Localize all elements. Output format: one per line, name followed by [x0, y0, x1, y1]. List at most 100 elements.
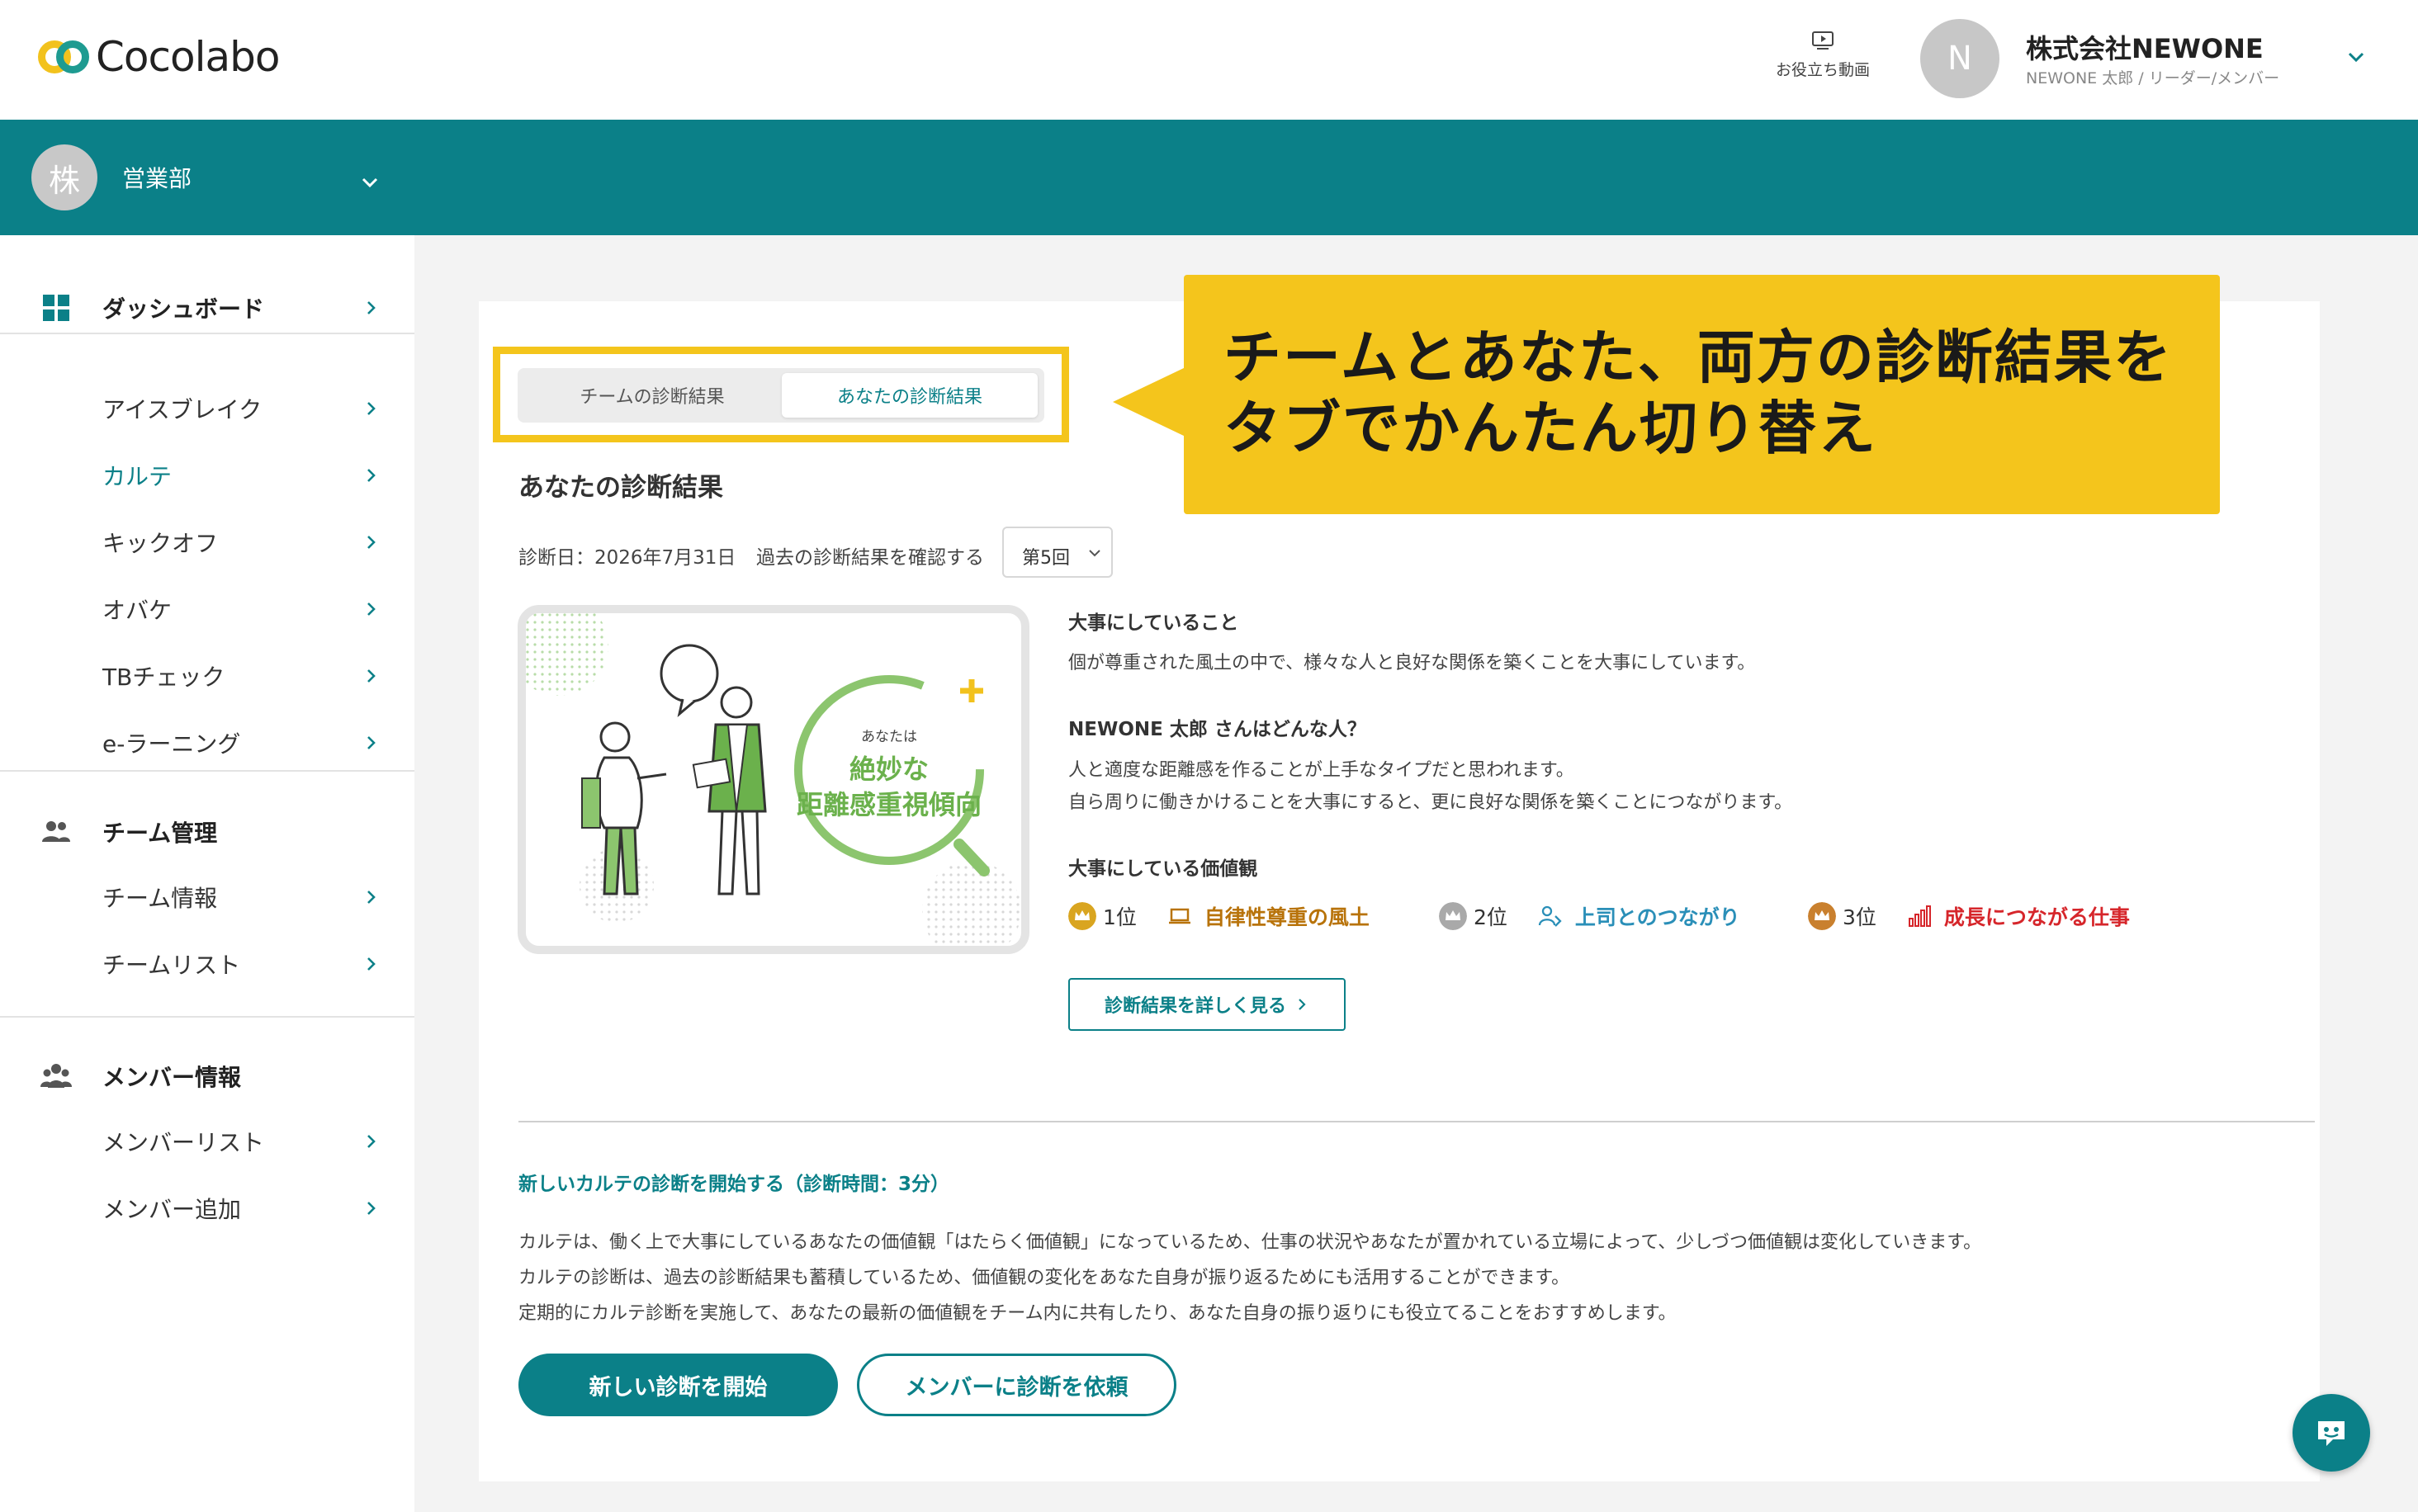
sidebar-item-tbcheck[interactable]: TBチェック — [0, 651, 414, 701]
sidebar-item-label: アイスブレイク — [102, 396, 263, 423]
members-group-icon — [40, 1064, 72, 1088]
illustration-small-text: あなたは — [861, 729, 917, 745]
view-details-label: 診断結果を詳しく見る — [1104, 996, 1286, 1017]
sidebar-item-dashboard[interactable]: ダッシュボード — [0, 283, 414, 333]
tab-team-results[interactable]: チームの診断結果 — [524, 373, 780, 418]
value-rank-1: 1位 自律性尊重の風土 — [1068, 901, 1370, 931]
logo-text: Cocolabo — [96, 33, 280, 81]
round-select[interactable]: 第5回 — [1002, 527, 1113, 578]
sidebar-item-label: メンバーリスト — [102, 1129, 265, 1156]
chevron-right-icon — [367, 469, 376, 482]
chevron-right-icon — [367, 957, 376, 971]
company-name: 株式会社NEWONE — [2026, 33, 2264, 64]
chevron-right-icon — [367, 536, 376, 549]
cocolabo-logo[interactable]: Cocolabo — [38, 33, 280, 81]
laptop-icon — [1168, 908, 1190, 924]
sidebar-item-label: チームリスト — [102, 952, 241, 979]
request-member-diagnosis-button[interactable]: メンバーに診断を依頼 — [857, 1354, 1176, 1416]
silver-crown-icon — [1439, 902, 1467, 930]
user-role: NEWONE 太郎 / リーダー/メンバー — [2026, 69, 2280, 87]
chat-support-button[interactable] — [2293, 1394, 2370, 1472]
important-text: 個が尊重された風土の中で、様々な人と良好な関係を築くことを大事にしています。 — [1068, 653, 1756, 673]
sidebar-section-label: メンバー情報 — [102, 1064, 242, 1091]
view-details-button[interactable]: 診断結果を詳しく見る — [1068, 978, 1346, 1031]
new-diagnosis-desc-2: カルテの診断は、過去の診断結果も蓄積しているため、価値観の変化をあなた自身が振り… — [518, 1268, 1570, 1288]
past-results-label: 過去の診断結果を確認する — [756, 547, 984, 569]
dashboard-icon — [43, 295, 69, 321]
chevron-right-icon — [1299, 999, 1306, 1010]
section-divider — [518, 1121, 2315, 1122]
sidebar-item-obake[interactable]: オバケ — [0, 584, 414, 634]
person-text-1: 人と適度な距離感を作ることが上手なタイプだと思われます。 — [1068, 760, 1574, 781]
person-heading: NEWONE 太郎 さんはどんな人？ — [1068, 719, 1366, 740]
callout-line-2: タブでかんたん切り替え — [1223, 395, 1877, 462]
new-diagnosis-desc-3: 定期的にカルテ診断を実施して、あなたの最新の価値観をチーム内に共有したり、あなた… — [518, 1303, 1677, 1324]
illustration-line-1: 絶妙な — [849, 754, 929, 785]
chevron-right-icon — [367, 301, 376, 314]
chevron-right-icon — [367, 402, 376, 415]
growth-bars-icon — [1908, 905, 1931, 927]
result-tabs: チームの診断結果 あなたの診断結果 — [518, 368, 1044, 423]
result-title: あなたの診断結果 — [518, 473, 723, 503]
sidebar-section-label: チーム管理 — [102, 820, 218, 847]
chevron-right-icon — [367, 602, 376, 616]
diagnosis-date: 診断日：2026年7月31日 — [518, 547, 736, 569]
team-name[interactable]: 営業部 — [122, 161, 192, 194]
person-text-2: 自ら周りに働きかけることを大事にすると、更に良好な関係を築くことにつながります。 — [1068, 792, 1793, 813]
chevron-right-icon — [367, 1202, 376, 1215]
sidebar-divider — [0, 770, 414, 772]
callout-pointer — [1113, 367, 1185, 437]
chevron-right-icon — [367, 736, 376, 749]
account-chevron-down-icon[interactable] — [2345, 45, 2368, 69]
start-diagnosis-button[interactable]: 新しい診断を開始 — [518, 1354, 838, 1416]
sidebar-section-team: チーム管理 — [0, 807, 414, 857]
sidebar-item-label: カルテ — [102, 463, 173, 490]
people-talking-illustration: あなたは 絶妙な 距離感重視傾向 — [526, 613, 1021, 946]
sidebar-item-label: チーム情報 — [102, 885, 218, 912]
rank-place: 3位 — [1843, 905, 1876, 929]
rank-place: 2位 — [1474, 905, 1507, 929]
gold-crown-icon — [1068, 902, 1096, 930]
chevron-right-icon — [367, 669, 376, 683]
sidebar-item-label: キックオフ — [102, 530, 219, 557]
round-select-value: 第5回 — [1022, 548, 1070, 569]
logo-mark-icon — [38, 39, 89, 75]
value-rank-3: 3位 成長につながる仕事 — [1808, 901, 2130, 931]
sidebar-divider — [0, 1016, 414, 1018]
chat-bot-icon — [2318, 1421, 2345, 1446]
sidebar-item-member-add[interactable]: メンバー追加 — [0, 1184, 414, 1233]
bronze-crown-icon — [1808, 902, 1836, 930]
sidebar-item-elearning[interactable]: e-ラーニング — [0, 718, 414, 768]
value-name: 上司とのつながり — [1574, 905, 1740, 929]
sidebar-item-team-list[interactable]: チームリスト — [0, 939, 414, 989]
help-videos-link[interactable]: お役立ち動画 — [1765, 28, 1881, 80]
help-videos-label: お役立ち動画 — [1775, 61, 1870, 79]
sidebar-item-kickoff[interactable]: キックオフ — [0, 517, 414, 567]
sidebar-section-members: メンバー情報 — [0, 1051, 414, 1101]
team-chevron-down-icon[interactable] — [358, 171, 381, 194]
illustration-line-2: 距離感重視傾向 — [797, 789, 982, 820]
chevron-right-icon — [367, 891, 376, 904]
sidebar-item-team-info[interactable]: チーム情報 — [0, 872, 414, 922]
diagnosis-illustration: あなたは 絶妙な 距離感重視傾向 — [518, 605, 1029, 954]
top-header: Cocolabo お役立ち動画 N 株式会社NEWONE NEWONE 太郎 /… — [0, 0, 2418, 120]
user-avatar[interactable]: N — [1920, 19, 1999, 98]
sidebar-item-label: TBチェック — [102, 664, 225, 691]
tab-my-results[interactable]: あなたの診断結果 — [782, 373, 1038, 418]
team-avatar: 株 — [31, 144, 97, 210]
chevron-down-icon — [1089, 550, 1100, 557]
sidebar-item-label: メンバー追加 — [102, 1196, 242, 1223]
sidebar-item-karte[interactable]: カルテ — [0, 451, 414, 500]
new-diagnosis-title: 新しいカルテの診断を開始する（診断時間：3分） — [518, 1174, 950, 1195]
sidebar-item-member-list[interactable]: メンバーリスト — [0, 1117, 414, 1166]
sidebar-item-icebreak[interactable]: アイスブレイク — [0, 384, 414, 433]
sidebar: ダッシュボード アイスブレイク カルテ キックオフ オバケ TBチェック e-ラ… — [0, 235, 414, 1512]
sidebar-item-label: e-ラーニング — [102, 730, 241, 758]
rank-place: 1位 — [1103, 905, 1137, 929]
sidebar-divider — [0, 333, 414, 334]
value-rank-2: 2位 上司とのつながり — [1439, 901, 1740, 931]
value-name: 自律性尊重の風土 — [1204, 905, 1370, 929]
sidebar-item-label: オバケ — [102, 597, 173, 624]
people-connection-icon — [1538, 905, 1562, 927]
callout-line-1: チームとあなた、両方の診断結果を — [1223, 324, 2173, 391]
